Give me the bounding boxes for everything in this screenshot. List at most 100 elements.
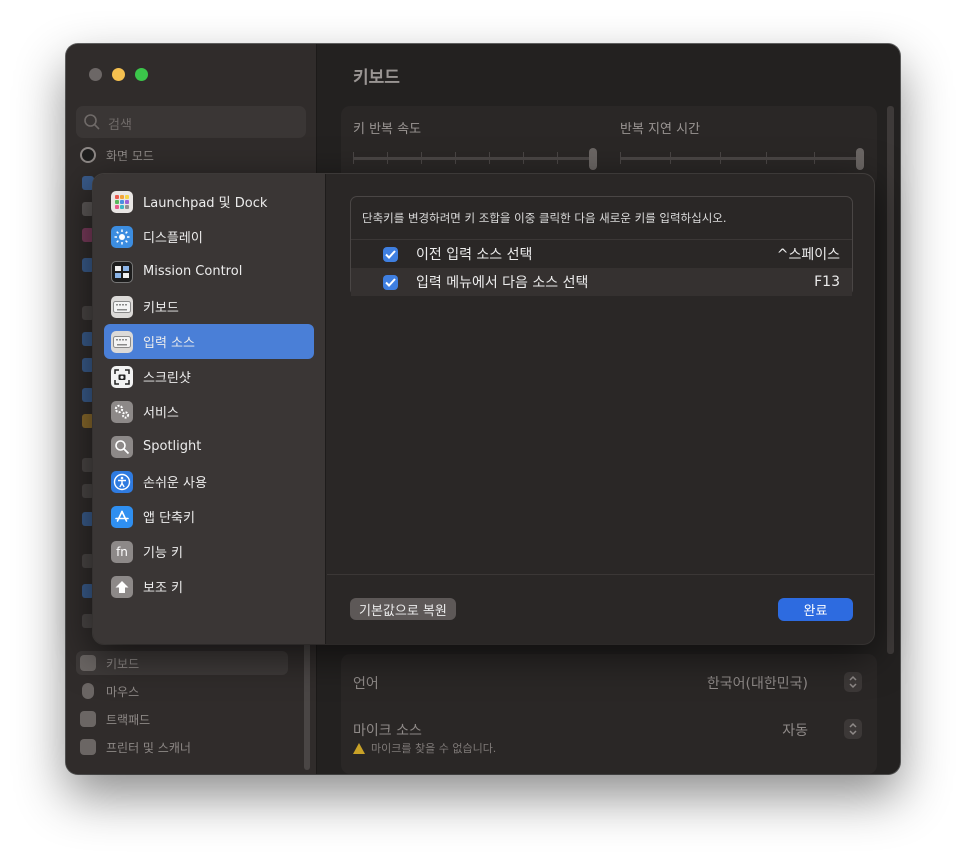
checkmark-icon	[385, 277, 396, 287]
shortcut-row[interactable]: 이전 입력 소스 선택 ^스페이스	[351, 240, 852, 268]
accessibility-icon	[111, 470, 133, 493]
category-input-sources[interactable]: 입력 소스	[104, 324, 314, 359]
language-value[interactable]: 한국어(대한민국)	[707, 673, 808, 693]
search-input[interactable]: 검색	[76, 106, 306, 138]
category-display[interactable]: 디스플레이	[104, 219, 314, 254]
close-window-button[interactable]	[89, 68, 102, 81]
category-launchpad-dock[interactable]: Launchpad 및 Dock	[104, 184, 314, 219]
mic-source-value[interactable]: 자동	[782, 720, 808, 740]
language-label: 언어	[353, 676, 379, 692]
chevron-updown-icon	[849, 722, 857, 736]
category-label: 스크린샷	[143, 371, 191, 386]
slider-tick	[455, 152, 456, 164]
shortcut-checkbox[interactable]	[383, 246, 398, 262]
key-repeat-label: 키 반복 속도	[353, 122, 422, 137]
slider-tick	[720, 152, 721, 164]
category-label: Launchpad 및 Dock	[143, 196, 268, 211]
input-source-icon	[111, 330, 133, 353]
category-app-shortcuts[interactable]: 앱 단축키	[104, 499, 314, 534]
slider-tick	[620, 152, 621, 164]
category-label: Mission Control	[143, 264, 243, 279]
delay-slider[interactable]	[620, 157, 860, 160]
page-title: 키보드	[353, 68, 400, 88]
category-accessibility[interactable]: 손쉬운 사용	[104, 464, 314, 499]
slider-tick	[670, 152, 671, 164]
sidebar-item-display-mode[interactable]: 화면 모드	[80, 143, 290, 167]
printer-icon	[80, 739, 96, 755]
mouse-icon	[82, 683, 94, 699]
slider-tick	[489, 152, 490, 164]
shortcut-row[interactable]: 입력 메뉴에서 다음 소스 선택 F13	[351, 268, 852, 296]
modifier-key-icon	[111, 575, 133, 598]
shortcut-key[interactable]: F13	[814, 274, 840, 290]
sidebar-item-label: 프린터 및 스캐너	[106, 740, 191, 755]
category-label: 손쉬운 사용	[143, 476, 207, 491]
category-label: 디스플레이	[143, 231, 203, 246]
category-label: Spotlight	[143, 439, 202, 454]
shortcut-label: 이전 입력 소스 선택	[416, 247, 533, 263]
fn-key-icon: fn	[111, 540, 133, 563]
category-label: 기능 키	[143, 546, 184, 561]
chevron-updown-icon	[849, 675, 857, 689]
shortcut-key[interactable]: ^스페이스	[777, 244, 840, 264]
mic-warning-text: 마이크를 찾을 수 없습니다.	[371, 742, 497, 755]
sidebar-item-trackpad[interactable]: 트랙패드	[80, 707, 290, 731]
shortcut-category-list: Launchpad 및 Dock 디스플레이 Mission Control 키…	[93, 174, 326, 644]
restore-defaults-button[interactable]: 기본값으로 복원	[350, 598, 456, 620]
appearance-icon	[80, 147, 96, 163]
mic-warning: 마이크를 찾을 수 없습니다.	[353, 740, 496, 756]
language-panel	[341, 654, 877, 774]
category-keyboard[interactable]: 키보드	[104, 289, 314, 324]
category-screenshot[interactable]: 스크린샷	[104, 359, 314, 394]
divider	[327, 574, 874, 575]
checkmark-icon	[385, 249, 396, 259]
slider-tick	[523, 152, 524, 164]
delay-label: 반복 지연 시간	[620, 122, 701, 137]
done-button[interactable]: 완료	[778, 598, 853, 621]
main-scrollbar[interactable]	[887, 106, 894, 654]
mic-source-label: 마이크 소스	[353, 723, 422, 739]
sidebar-item-mouse[interactable]: 마우스	[80, 679, 290, 703]
slider-tick	[421, 152, 422, 164]
sidebar-item-printers[interactable]: 프린터 및 스캐너	[80, 735, 290, 759]
language-stepper[interactable]	[844, 672, 862, 692]
sidebar-item-label: 화면 모드	[106, 148, 154, 163]
shortcut-checkbox[interactable]	[383, 274, 398, 290]
minimize-window-button[interactable]	[112, 68, 125, 81]
slider-tick	[557, 152, 558, 164]
mission-control-icon	[111, 260, 133, 283]
sidebar-item-label: 마우스	[106, 684, 140, 699]
warning-icon	[353, 742, 365, 754]
keyboard-icon	[80, 655, 96, 671]
category-mission-control[interactable]: Mission Control	[104, 254, 314, 289]
category-spotlight[interactable]: Spotlight	[104, 429, 314, 464]
category-label: 입력 소스	[143, 336, 195, 351]
category-function-keys[interactable]: fn 기능 키	[104, 534, 314, 569]
shortcut-hint: 단축키를 변경하려면 키 조합을 이중 클릭한 다음 새로운 키를 입력하십시오…	[362, 211, 727, 225]
display-brightness-icon	[111, 225, 133, 248]
sidebar-item-label: 트랙패드	[106, 712, 151, 727]
launchpad-icon	[111, 190, 133, 213]
category-label: 키보드	[143, 301, 179, 316]
sidebar-item-label: 키보드	[106, 656, 140, 671]
search-placeholder: 검색	[108, 118, 132, 133]
search-icon	[84, 114, 100, 130]
category-label: 앱 단축키	[143, 511, 195, 526]
category-modifier-keys[interactable]: 보조 키	[104, 569, 314, 604]
spotlight-search-icon	[111, 435, 133, 458]
delay-slider-knob[interactable]	[856, 148, 864, 170]
trackpad-icon	[80, 711, 96, 727]
slider-tick	[814, 152, 815, 164]
keyboard-shortcuts-sheet: Launchpad 및 Dock 디스플레이 Mission Control 키…	[93, 174, 874, 644]
category-services[interactable]: 서비스	[104, 394, 314, 429]
shortcut-label: 입력 메뉴에서 다음 소스 선택	[416, 275, 589, 291]
mic-source-stepper[interactable]	[844, 719, 862, 739]
key-repeat-slider-knob[interactable]	[589, 148, 597, 170]
screenshot-icon	[111, 365, 133, 388]
services-gear-icon	[111, 400, 133, 423]
zoom-window-button[interactable]	[135, 68, 148, 81]
category-label: 서비스	[143, 406, 179, 421]
app-store-icon	[111, 505, 133, 528]
category-label: 보조 키	[143, 581, 184, 596]
sidebar-item-keyboard[interactable]: 키보드	[76, 651, 288, 675]
